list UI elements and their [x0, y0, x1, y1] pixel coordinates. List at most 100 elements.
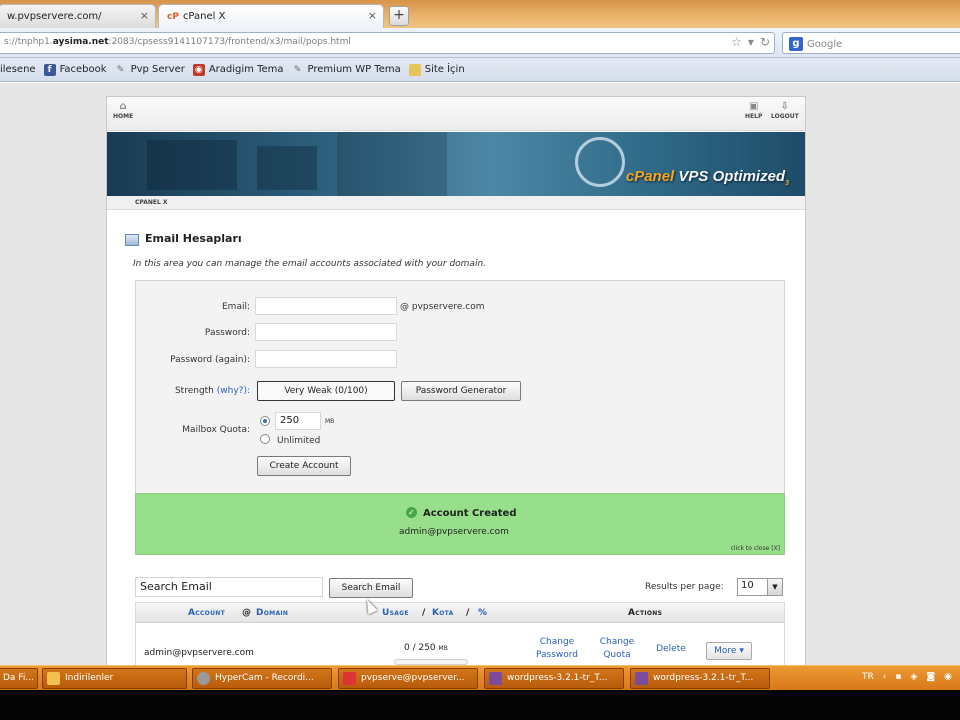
results-per-page-label: Results per page:	[645, 582, 724, 592]
cpanel-panel: ⌂ HOME ▣ HELP ⇩ LOGOUT cPanel VPS Optimized…	[106, 96, 806, 665]
bookmark-aradigim-tema[interactable]: ◉ Aradigim Tema	[192, 63, 284, 76]
logout-icon: ⇩	[780, 101, 790, 112]
tab-cpanel[interactable]: cP cPanel X ×	[158, 4, 384, 28]
action-label: Change	[599, 637, 635, 647]
delete-link[interactable]: Delete	[650, 643, 692, 656]
unlimited-label: Unlimited	[277, 436, 321, 446]
strength-why-link[interactable]: (why?):	[217, 386, 250, 396]
email-input[interactable]	[255, 297, 397, 315]
help-link[interactable]: ▣ HELP	[745, 101, 762, 120]
page-description: In this area you can manage the email ac…	[133, 259, 487, 269]
taskbar-label: wordpress-3.2.1-tr_T...	[653, 673, 754, 683]
close-tab-icon[interactable]: ×	[140, 9, 149, 22]
taskbar-item-downloads[interactable]: Indirilenler	[42, 668, 187, 689]
close-tab-icon[interactable]: ×	[368, 9, 377, 22]
success-message: ✓ Account Created admin@pvpservere.com c…	[135, 493, 785, 555]
banner-decoration	[257, 146, 317, 190]
search-placeholder: Google	[807, 39, 843, 50]
tab-pvpservere[interactable]: w.pvpservere.com/ ×	[0, 4, 156, 28]
home-label: HOME	[113, 113, 134, 120]
tray-app-icon[interactable]: ◈	[910, 672, 917, 682]
tray-app-icon[interactable]: ▪	[895, 672, 901, 682]
quota-input[interactable]: 250	[275, 412, 321, 430]
email-domain: @ pvpservere.com	[400, 302, 485, 312]
banner-decoration	[337, 132, 447, 196]
password-strength-meter: Very Weak (0/100)	[257, 381, 395, 401]
dropdown-icon[interactable]: ▾	[748, 35, 754, 49]
password-generator-button[interactable]: Password Generator	[401, 381, 521, 401]
change-quota-link[interactable]: Change Quota	[592, 636, 642, 662]
brand-version: 3	[785, 180, 789, 187]
logout-label: LOGOUT	[771, 113, 799, 120]
banner-decoration	[147, 140, 237, 190]
created-email: admin@pvpservere.com	[399, 527, 509, 537]
system-tray: TR ‹ ▪ ◈ ◙ ◉	[862, 672, 952, 682]
taskbar-item-mail[interactable]: pvpserve@pvpserver...	[338, 668, 478, 689]
address-bar[interactable]: s://tnphp1.aysima.net:2083/cpsess9141107…	[0, 32, 775, 54]
results-per-page-value: 10	[741, 580, 754, 591]
tray-expand-icon[interactable]: ‹	[883, 672, 887, 682]
camera-icon	[197, 672, 210, 685]
archive-icon	[489, 672, 502, 685]
action-label: Quota	[603, 650, 631, 660]
taskbar-label: HyperCam - Recordi...	[215, 673, 314, 683]
results-per-page-select[interactable]: 10 ▼	[737, 578, 783, 596]
bookmark-ilesene[interactable]: ilesene	[0, 64, 36, 75]
quota-limited-radio[interactable]	[260, 416, 270, 426]
bookmark-label: Facebook	[59, 64, 107, 75]
action-label: Password	[535, 650, 579, 660]
new-tab-button[interactable]: +	[389, 6, 409, 26]
bookmark-facebook[interactable]: f Facebook	[43, 63, 107, 76]
password-label: Password:	[204, 328, 250, 338]
account-email: admin@pvpservere.com	[144, 648, 254, 658]
action-label: Change	[539, 637, 575, 647]
col-slash: /	[422, 608, 426, 618]
quota-unlimited-radio[interactable]	[260, 434, 270, 444]
cpanel-banner: cPanel VPS Optimized3	[107, 132, 805, 196]
reload-icon[interactable]: ↻	[760, 35, 770, 49]
bookmark-site-icin[interactable]: Site İçin	[408, 63, 465, 76]
breadcrumb[interactable]: CPANEL X	[107, 196, 805, 210]
help-label: HELP	[745, 113, 763, 120]
taskbar-item[interactable]: Da Fi...	[0, 668, 38, 689]
col-quota[interactable]: Kota	[432, 608, 454, 618]
bookmark-premium-wp-tema[interactable]: ✎ Premium WP Tema	[292, 64, 401, 76]
taskbar-item-hypercam[interactable]: HyperCam - Recordi...	[192, 668, 332, 689]
page-viewport: ⌂ HOME ▣ HELP ⇩ LOGOUT cPanel VPS Optimized…	[0, 83, 960, 665]
letterbox-bar	[0, 690, 960, 720]
change-password-link[interactable]: Change Password	[529, 636, 585, 662]
home-link[interactable]: ⌂ HOME	[113, 101, 133, 120]
cpanel-top-nav: ⌂ HOME ▣ HELP ⇩ LOGOUT	[107, 97, 805, 131]
col-account[interactable]: Account	[188, 608, 225, 618]
bookmark-star-icon[interactable]: ☆	[731, 35, 742, 49]
col-slash: /	[466, 608, 470, 618]
tray-app-icon[interactable]: ◙	[926, 672, 935, 682]
usage-text: 0 / 250	[404, 643, 436, 653]
mail-icon	[343, 672, 356, 685]
bookmarks-bar: ilesene f Facebook ✎ Pvp Server ◉ Aradigim …	[0, 58, 960, 82]
navigation-bar: s://tnphp1.aysima.net:2083/cpsess9141107…	[0, 28, 960, 58]
taskbar-item-wordpress-1[interactable]: wordpress-3.2.1-tr_T...	[484, 668, 624, 689]
close-message-link[interactable]: click to close [X]	[731, 545, 780, 552]
cpanel-brand: cPanel VPS Optimized3	[626, 168, 789, 187]
tray-app-icon[interactable]: ◉	[944, 672, 952, 682]
create-account-button[interactable]: Create Account	[257, 456, 351, 476]
bookmark-pvp-server[interactable]: ✎ Pvp Server	[115, 64, 185, 76]
more-actions-button[interactable]: More ▾	[706, 642, 752, 660]
logout-link[interactable]: ⇩ LOGOUT	[771, 101, 799, 120]
brand-cp: cPanel	[625, 168, 675, 185]
col-usage[interactable]: Usage	[382, 608, 409, 618]
google-icon[interactable]: g	[789, 37, 803, 51]
language-indicator[interactable]: TR	[862, 672, 874, 682]
col-domain[interactable]: Domain	[256, 608, 288, 618]
pin-icon: ✎	[116, 64, 125, 75]
search-bar[interactable]: g Google	[782, 32, 960, 54]
password-input[interactable]	[255, 323, 397, 341]
taskbar-item-wordpress-2[interactable]: wordpress-3.2.1-tr_T...	[630, 668, 770, 689]
search-email-input[interactable]: Search Email	[135, 577, 323, 597]
cpanel-logo-icon	[575, 137, 625, 187]
search-email-button[interactable]: Search Email	[329, 578, 413, 598]
password-again-input[interactable]	[255, 350, 397, 368]
col-percent[interactable]: %	[478, 608, 487, 618]
pin-icon: ✎	[293, 64, 302, 75]
